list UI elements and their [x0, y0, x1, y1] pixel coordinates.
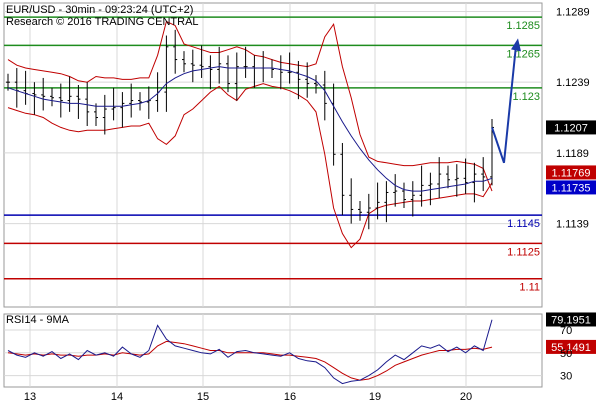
x-tick-label: 16	[284, 391, 296, 402]
chart-credit: Research © 2016 TRADING CENTRAL	[6, 16, 199, 28]
rsi-tick-label: 30	[560, 371, 572, 383]
chart-title: EUR/USD - 30min - 09:23:24 (UTC+2)	[6, 4, 193, 16]
level-label: 1.1265	[506, 48, 540, 60]
rsi-tick-label: 50	[560, 348, 572, 360]
x-tick-label: 15	[197, 391, 209, 402]
price-tag-red: 1.11769	[546, 165, 596, 180]
price-tag-blue: 1.11735	[546, 180, 596, 195]
x-tick-label: 13	[24, 391, 36, 402]
y-tick-label: 1.1139	[556, 219, 589, 231]
rsi-tick-label: 70	[560, 325, 572, 337]
price-tag-last: 1.1207	[546, 120, 596, 135]
level-label: 1.11	[519, 282, 540, 294]
level-label: 1.1125	[507, 246, 540, 258]
price-tag-label: 1.11735	[552, 182, 591, 194]
rsi-panel-title: RSI14 - 9MA	[6, 314, 70, 326]
chart-area: 1.1285 1.1265 1.123 1.1145 1.1125 1.11 1.1207…	[0, 0, 598, 403]
y-tick-label: 1.1289	[556, 6, 590, 18]
level-label: 1.1145	[507, 218, 540, 230]
x-tick-label: 14	[111, 391, 123, 402]
chart-svg: 1.1285 1.1265 1.123 1.1145 1.1125 1.11 1.1207…	[3, 2, 596, 403]
price-panel	[3, 2, 543, 308]
x-tick-label: 19	[369, 391, 381, 402]
x-tick-label: 20	[460, 391, 472, 402]
price-tag-label: 1.11769	[552, 167, 591, 179]
y-tick-label: 1.1239	[556, 77, 590, 89]
level-label: 1.1285	[506, 20, 540, 32]
level-label: 1.123	[512, 91, 540, 103]
y-tick-label: 1.1189	[556, 148, 589, 160]
price-tag-label: 1.1207	[554, 122, 588, 134]
